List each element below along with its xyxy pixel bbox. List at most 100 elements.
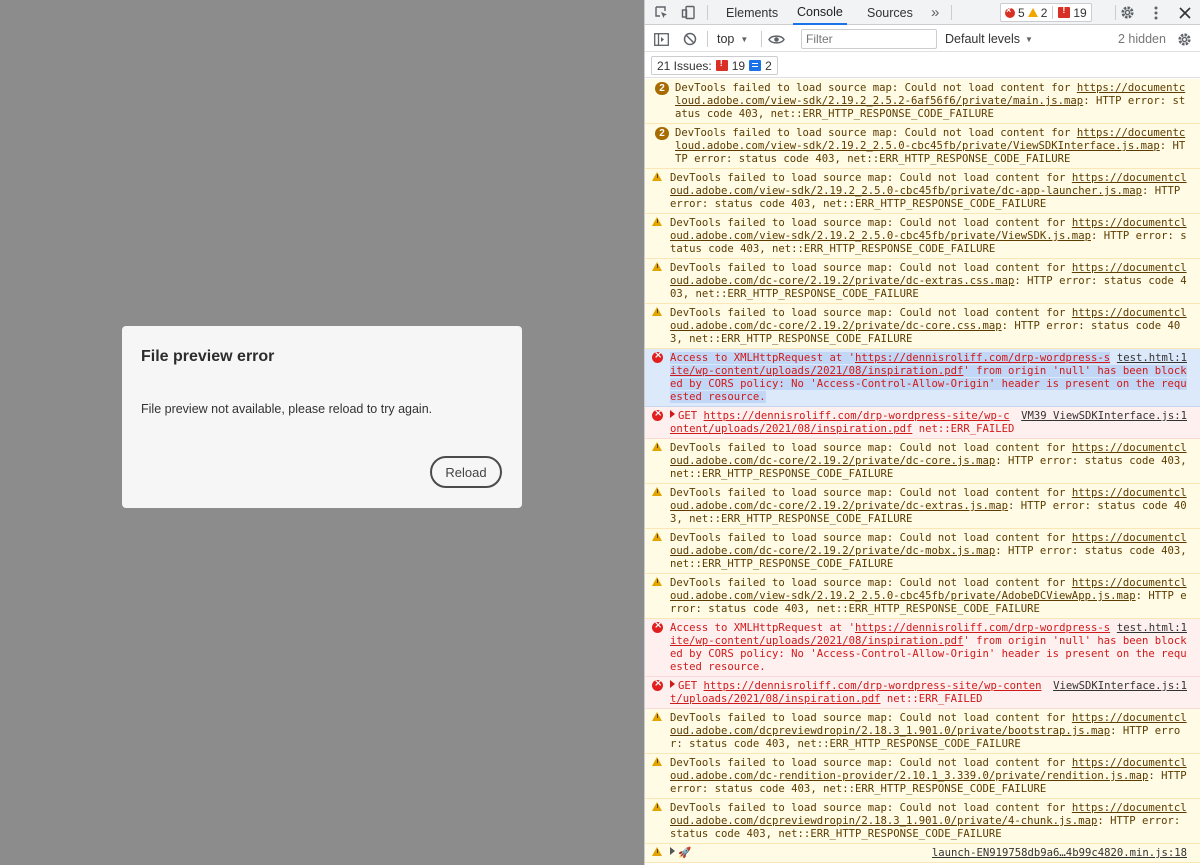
warning-icon [652,217,662,230]
tab-sources[interactable]: Sources [867,0,913,25]
issues-bar: 21 Issues: 19 2 [645,53,1200,78]
console-message[interactable]: 2 DevTools failed to load source map: Cou… [645,124,1200,169]
more-options-icon[interactable] [1147,4,1164,21]
warning-triangle-icon [652,802,662,811]
message-url-link[interactable]: https://dennisroliff.com/drp-wordpress-s… [670,680,1042,705]
devtools-tabbar: Elements Console Sources » 5 2 19 [645,0,1200,25]
console-toolbar: top ▼ Default levels ▼ 2 hidden [645,26,1200,52]
console-message[interactable]: DevTools failed to load source map: Coul… [645,799,1200,844]
message-text: DevTools failed to load source map: Coul… [675,127,1185,165]
warning-triangle-icon [652,532,662,541]
warning-triangle-icon [652,307,662,316]
warning-triangle-icon [652,847,662,856]
message-text: GET https://dennisroliff.com/drp-wordpre… [670,680,1042,705]
warning-icon [652,577,662,590]
warning-triangle-icon [652,757,662,766]
error-icon [652,619,663,637]
message-prefix: DevTools failed to load source map: Coul… [670,262,1072,274]
message-suffix: net::ERR_FAILED [880,693,983,705]
warning-triangle-icon [652,487,662,496]
message-prefix: GET [678,410,704,422]
message-text: DevTools failed to load source map: Coul… [670,757,1187,795]
expand-arrow-icon[interactable] [670,847,675,855]
settings-gear-icon[interactable] [1119,4,1136,21]
message-prefix: DevTools failed to load source map: Coul… [670,487,1072,499]
console-message[interactable]: ViewSDKInterface.js:1 GET https://dennisr… [645,677,1200,709]
issues-button[interactable]: 21 Issues: 19 2 [651,56,778,75]
console-message[interactable]: launch-EN919758db9a6…4b99c4820.min.js:18… [645,844,1200,863]
message-source-link[interactable]: test.html:1 [1116,352,1187,365]
message-source-link[interactable]: VM39 ViewSDKInterface.js:1 [1021,410,1187,423]
warning-triangle-icon [652,577,662,586]
device-toolbar-icon[interactable] [680,4,697,21]
error-circle-icon [652,619,663,633]
console-message[interactable]: DevTools failed to load source map: Coul… [645,529,1200,574]
inspect-element-icon[interactable] [653,4,670,21]
context-selector[interactable]: top ▼ [717,30,748,48]
console-message[interactable]: DevTools failed to load source map: Coul… [645,484,1200,529]
message-prefix: Access to XMLHttpRequest at ' [670,622,855,634]
error-icon [652,349,663,367]
clear-console-icon[interactable] [681,30,699,48]
log-levels-dropdown[interactable]: Default levels ▼ [945,30,1033,48]
console-messages: 2 DevTools failed to load source map: Cou… [645,79,1200,865]
console-message[interactable]: VM39 ViewSDKInterface.js:1 GET https://de… [645,407,1200,439]
filter-input[interactable] [801,29,937,49]
message-source-link[interactable]: test.html:1 [1116,622,1187,635]
separator [761,31,762,47]
message-prefix: GET [678,680,704,692]
message-source-link[interactable]: launch-EN919758db9a6…4b99c4820.min.js:18 [931,847,1187,860]
console-settings-gear-icon[interactable] [1175,30,1193,48]
reload-button[interactable]: Reload [430,456,502,488]
console-message[interactable]: 2 DevTools failed to load source map: Cou… [645,79,1200,124]
error-icon [652,677,663,695]
console-message[interactable]: test.html:1Access to XMLHttpRequest at '… [645,349,1200,407]
eye-icon[interactable] [767,30,785,48]
expand-arrow-icon[interactable] [670,680,675,688]
console-message[interactable]: DevTools failed to load source map: Coul… [645,709,1200,754]
message-source-link[interactable]: ViewSDKInterface.js:1 [1053,680,1187,693]
warning-triangle-icon [652,712,662,721]
tab-elements[interactable]: Elements [726,0,778,25]
console-message[interactable]: DevTools failed to load source map: Coul… [645,574,1200,619]
message-text: DevTools failed to load source map: Coul… [670,487,1187,525]
message-text: Access to XMLHttpRequest at 'https://den… [670,352,1187,403]
console-message[interactable]: DevTools failed to load source map: Coul… [645,754,1200,799]
console-message[interactable]: DevTools failed to load source map: Coul… [645,259,1200,304]
error-warning-counter[interactable]: 5 2 19 [1000,3,1092,22]
repeat-count-badge: 2 [655,127,669,140]
message-text: DevTools failed to load source map: Coul… [670,712,1187,750]
chevron-down-icon: ▼ [1025,34,1033,44]
sidebar-toggle-icon[interactable] [652,30,670,48]
warning-triangle-icon [652,262,662,271]
message-text: DevTools failed to load source map: Coul… [675,82,1185,120]
file-preview-error-dialog: File preview error File preview not avai… [122,326,522,508]
warning-icon [652,172,662,185]
separator [707,31,708,47]
message-text: DevTools failed to load source map: Coul… [670,442,1187,480]
warning-icon [652,487,662,500]
more-tabs-button[interactable]: » [931,0,939,25]
message-prefix: 🚀 [678,847,692,859]
warning-triangle-icon [652,442,662,451]
error-circle-icon [652,349,663,363]
console-message[interactable]: DevTools failed to load source map: Coul… [645,439,1200,484]
error-icon [652,407,663,425]
console-message[interactable]: DevTools failed to load source map: Coul… [645,304,1200,349]
dialog-title: File preview error [141,348,275,365]
console-message[interactable]: DevTools failed to load source map: Coul… [645,169,1200,214]
warning-triangle-icon [652,172,662,181]
warning-count: 2 [1040,5,1048,20]
separator [951,5,952,20]
expand-arrow-icon[interactable] [670,410,675,418]
console-message[interactable]: test.html:1Access to XMLHttpRequest at '… [645,619,1200,677]
error-circle-icon [652,677,663,691]
message-prefix: DevTools failed to load source map: Coul… [675,82,1077,94]
context-value: top [717,32,735,46]
close-icon[interactable] [1176,4,1193,21]
message-text: Access to XMLHttpRequest at 'https://den… [670,622,1187,673]
tab-console[interactable]: Console [793,0,847,25]
console-message[interactable]: DevTools failed to load source map: Coul… [645,214,1200,259]
message-prefix: DevTools failed to load source map: Coul… [670,802,1072,814]
message-text: DevTools failed to load source map: Coul… [670,802,1187,840]
